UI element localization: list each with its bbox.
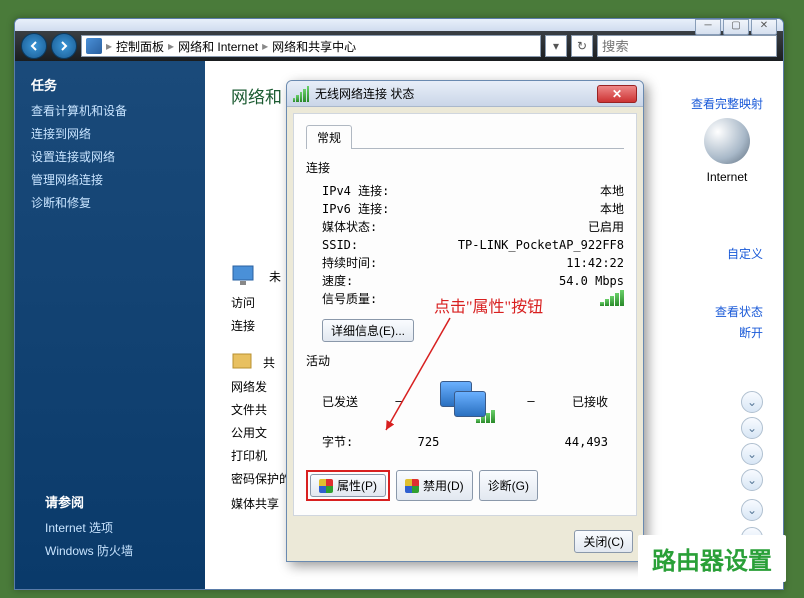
sharing-heading-partial: 共 xyxy=(263,354,275,371)
watermark: 路由器设置 xyxy=(638,535,786,582)
wifi-icon xyxy=(293,86,309,102)
ipv6-label: IPv6 连接: xyxy=(322,200,442,218)
window-controls: ─ ▢ ✕ xyxy=(695,19,777,35)
signal-bars-icon xyxy=(600,290,624,306)
tab-general[interactable]: 常规 xyxy=(306,125,352,149)
see-also-heading: 请参阅 xyxy=(45,492,133,511)
dialog-titlebar: 无线网络连接 状态 ✕ xyxy=(287,81,643,107)
expand-button[interactable]: ⌄ xyxy=(741,469,763,491)
maximize-button[interactable]: ▢ xyxy=(723,19,749,35)
dialog-title: 无线网络连接 状态 xyxy=(315,85,591,102)
tabset: 常规 xyxy=(306,124,624,149)
ssid-value: TP-LINK_PocketAP_922FF8 xyxy=(442,236,624,254)
bytes-label: 字节: xyxy=(322,433,382,450)
disable-button[interactable]: 禁用(D) xyxy=(396,470,473,501)
internet-label: Internet xyxy=(691,170,763,184)
duration-value: 11:42:22 xyxy=(442,254,624,272)
arrow-right-icon xyxy=(58,40,70,52)
duration-label: 持续时间: xyxy=(322,254,442,272)
sidebar-item-manage[interactable]: 管理网络连接 xyxy=(31,171,189,188)
diagnose-button[interactable]: 诊断(G) xyxy=(479,470,538,501)
properties-button[interactable]: 属性(P) xyxy=(310,474,386,497)
properties-button-label: 属性(P) xyxy=(337,477,377,494)
breadcrumb[interactable]: ▸ 控制面板 ▸ 网络和 Internet ▸ 网络和共享中心 xyxy=(81,35,541,57)
connection-group-title: 连接 xyxy=(306,159,624,176)
dialog-close-button[interactable]: ✕ xyxy=(597,85,637,103)
wifi-status-dialog: 无线网络连接 状态 ✕ 常规 连接 IPv4 连接:本地 IPv6 连接:本地 … xyxy=(286,80,644,562)
expand-button[interactable]: ⌄ xyxy=(741,391,763,413)
task-sidebar: 任务 查看计算机和设备 连接到网络 设置连接或网络 管理网络连接 诊断和修复 请… xyxy=(15,61,205,589)
globe-icon xyxy=(704,118,750,164)
view-status-link[interactable]: 查看状态 xyxy=(715,303,763,320)
close-dialog-button[interactable]: 关闭(C) xyxy=(574,530,633,553)
bytes-recv: 44,493 xyxy=(515,435,608,449)
ssid-label: SSID: xyxy=(322,236,442,254)
media-label: 媒体状态: xyxy=(322,218,442,236)
sidebar-item-devices[interactable]: 查看计算机和设备 xyxy=(31,102,189,119)
expand-button[interactable]: ⌄ xyxy=(741,499,763,521)
close-button[interactable]: ✕ xyxy=(751,19,777,35)
customize-link[interactable]: 自定义 xyxy=(727,245,763,262)
breadcrumb-dropdown[interactable]: ▾ xyxy=(545,35,567,57)
ipv4-value: 本地 xyxy=(442,182,624,200)
shield-icon xyxy=(319,479,333,493)
activity-group-title: 活动 xyxy=(306,352,624,369)
ipv4-label: IPv4 连接: xyxy=(322,182,442,200)
tasks-heading: 任务 xyxy=(31,75,189,94)
ipv6-value: 本地 xyxy=(442,200,624,218)
expand-button[interactable]: ⌄ xyxy=(741,443,763,465)
control-panel-icon xyxy=(86,38,102,54)
back-button[interactable] xyxy=(21,33,47,59)
minimize-button[interactable]: ─ xyxy=(695,19,721,35)
refresh-button[interactable]: ↻ xyxy=(571,35,593,57)
view-map-link[interactable]: 查看完整映射 xyxy=(691,95,763,112)
address-bar: ▸ 控制面板 ▸ 网络和 Internet ▸ 网络和共享中心 ▾ ↻ xyxy=(15,31,783,61)
media-value: 已启用 xyxy=(442,218,624,236)
recv-label: 已接收 xyxy=(572,393,608,410)
sidebar-item-setup[interactable]: 设置连接或网络 xyxy=(31,148,189,165)
sidebar-item-firewall[interactable]: Windows 防火墙 xyxy=(45,542,133,559)
forward-button[interactable] xyxy=(51,33,77,59)
annotation-highlight: 属性(P) xyxy=(306,470,390,501)
shield-icon xyxy=(405,479,419,493)
expand-button[interactable]: ⌄ xyxy=(741,417,763,439)
breadcrumb-item[interactable]: 控制面板 xyxy=(116,38,164,55)
details-button[interactable]: 详细信息(E)... xyxy=(322,319,414,342)
network-icon xyxy=(231,264,261,288)
sent-label: 已发送 xyxy=(322,393,358,410)
speed-value: 54.0 Mbps xyxy=(442,272,624,290)
sidebar-item-inetopts[interactable]: Internet 选项 xyxy=(45,519,133,536)
sidebar-item-diagnose[interactable]: 诊断和修复 xyxy=(31,194,189,211)
arrow-left-icon xyxy=(28,40,40,52)
bytes-sent: 725 xyxy=(382,435,475,449)
signal-label: 信号质量: xyxy=(322,290,442,311)
sidebar-item-connect[interactable]: 连接到网络 xyxy=(31,125,189,142)
speed-label: 速度: xyxy=(322,272,442,290)
breadcrumb-item[interactable]: 网络和共享中心 xyxy=(272,38,356,55)
sharing-icon xyxy=(231,352,255,372)
tutorial-annotation: 点击"属性"按钮 xyxy=(434,293,543,317)
activity-icon xyxy=(440,381,490,421)
network-name-partial: 未 xyxy=(269,268,281,285)
disconnect-link[interactable]: 断开 xyxy=(715,324,763,341)
disable-button-label: 禁用(D) xyxy=(423,477,464,494)
search-input[interactable] xyxy=(597,35,777,57)
breadcrumb-item[interactable]: 网络和 Internet xyxy=(178,38,258,55)
